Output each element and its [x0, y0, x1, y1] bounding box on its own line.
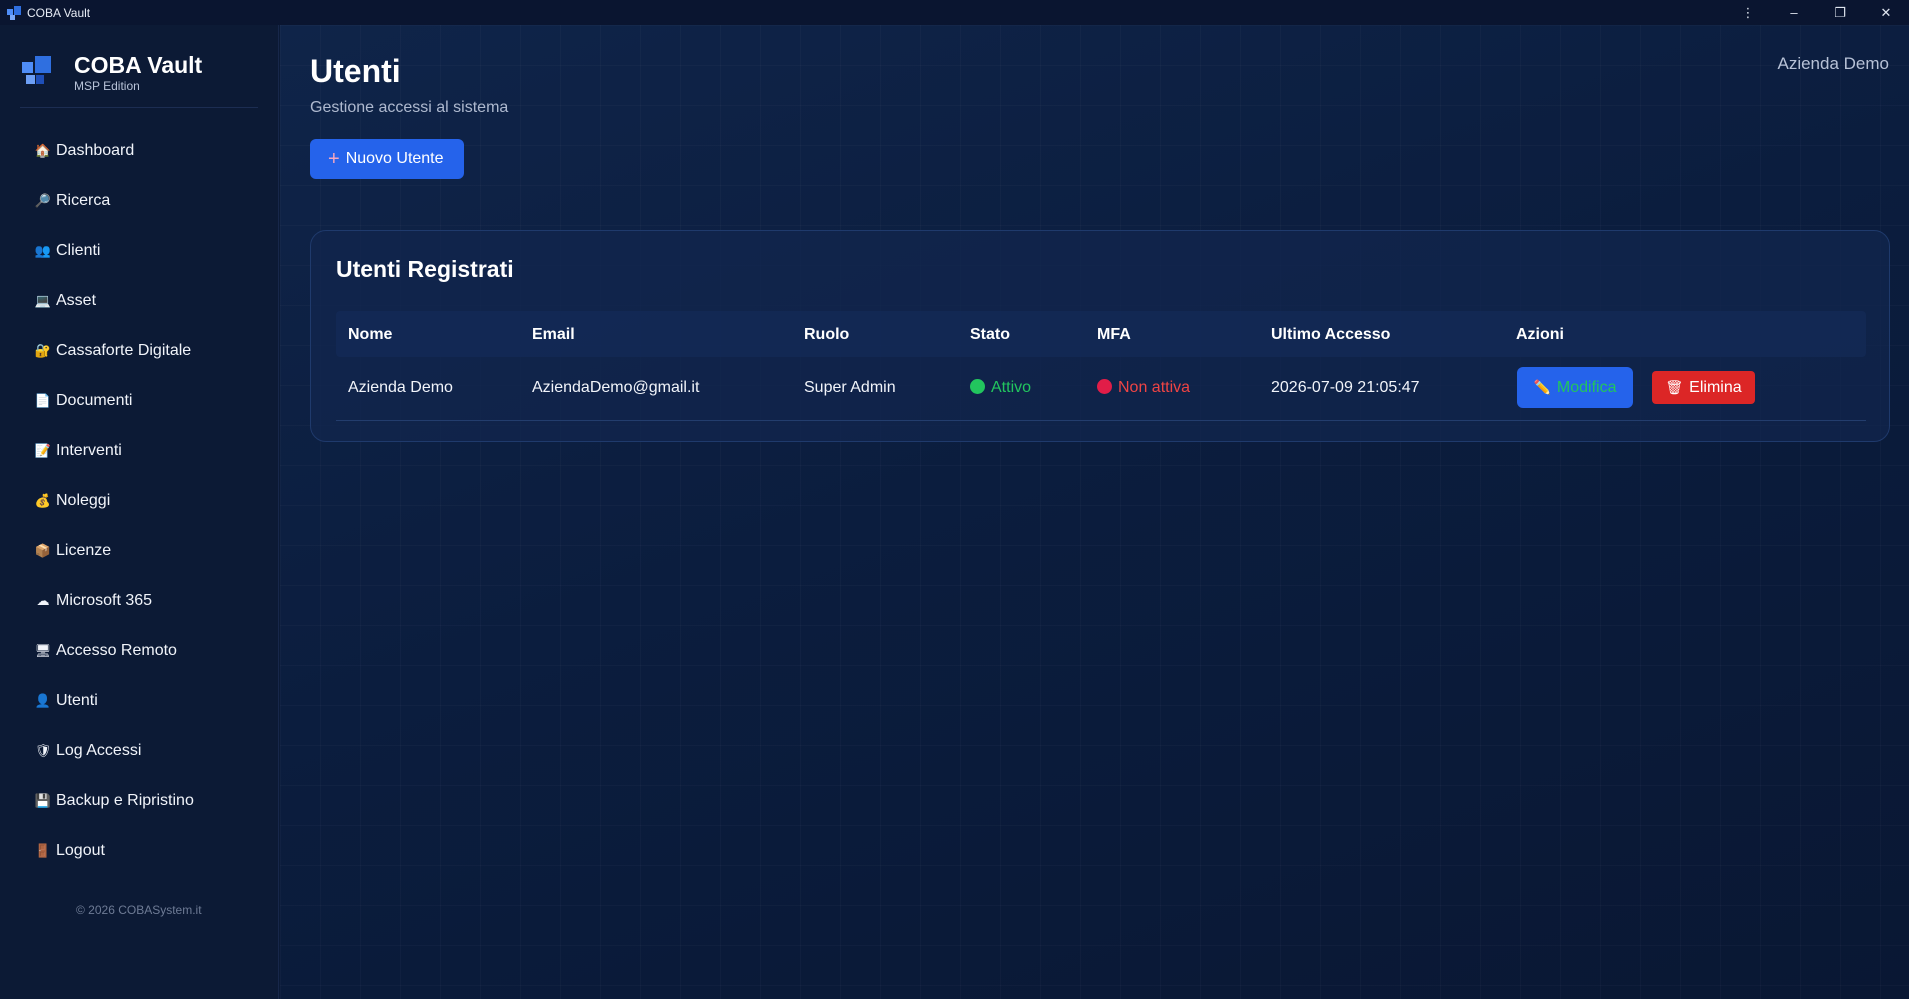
cell-last-access: 2026-07-09 21:05:47 — [1271, 379, 1420, 396]
lock-icon: 🔐 — [34, 343, 52, 358]
sidebar-item-label: Accesso Remoto — [56, 642, 177, 659]
sidebar-item-log-accessi[interactable]: 🛡 Log Accessi — [20, 732, 260, 770]
cell-name: Azienda Demo — [348, 379, 453, 396]
main-content: Utenti Gestione accessi al sistema Azien… — [280, 25, 1909, 999]
cloud-icon: ☁ — [36, 593, 50, 608]
sidebar-item-label: Asset — [56, 292, 97, 309]
column-header-ultimo-accesso: Ultimo Accesso — [1271, 326, 1391, 343]
door-icon: 🚪 — [34, 843, 52, 858]
window-title: COBA Vault — [27, 5, 91, 20]
table-row: Azienda Demo AziendaDemo@gmail.it Super … — [336, 357, 1866, 421]
sidebar-item-logout[interactable]: 🚪 Logout — [20, 832, 260, 870]
users-table: Nome Email Ruolo Stato MFA Ultimo Access… — [336, 311, 1866, 421]
new-user-button-label: Nuovo Utente — [345, 150, 444, 167]
sidebar-item-backup[interactable]: 💾 Backup e Ripristino — [20, 782, 260, 820]
mfa-dot-icon — [1097, 379, 1112, 394]
app-icon — [7, 5, 21, 20]
sidebar-item-label: Interventi — [56, 442, 122, 459]
sidebar-item-label: Ricerca — [56, 192, 111, 209]
magnifier-icon: 🔎 — [34, 193, 52, 208]
edit-user-button[interactable]: ✏️ Modifica — [1517, 367, 1633, 408]
sidebar: COBA Vault MSP Edition 🏠 Dashboard 🔎 Ric… — [0, 25, 279, 999]
sidebar-item-microsoft-365[interactable]: ☁ Microsoft 365 — [20, 582, 260, 620]
sidebar-item-label: Logout — [56, 842, 105, 859]
brand-name: COBA Vault — [74, 52, 203, 78]
user-icon: 👤 — [34, 693, 52, 708]
sidebar-item-documenti[interactable]: 📄 Documenti — [20, 382, 260, 420]
new-user-button[interactable]: + Nuovo Utente — [310, 139, 464, 179]
trash-icon: 🗑 — [1665, 379, 1684, 395]
sidebar-item-label: Backup e Ripristino — [56, 792, 194, 809]
delete-user-button[interactable]: 🗑 Elimina — [1652, 371, 1755, 404]
document-icon: 📄 — [34, 393, 52, 408]
column-header-azioni: Azioni — [1516, 326, 1564, 343]
sidebar-item-accesso-remoto[interactable]: 🖥 Accesso Remoto — [20, 632, 260, 670]
close-icon[interactable]: ✕ — [1863, 0, 1909, 25]
sidebar-item-noleggi[interactable]: 💰 Noleggi — [20, 482, 260, 520]
status-badge: Attivo — [970, 379, 1031, 397]
cell-role: Super Admin — [804, 379, 896, 396]
sidebar-item-utenti[interactable]: 👤 Utenti — [20, 682, 260, 720]
users-card: Utenti Registrati Nome Email Ruolo Stato… — [310, 230, 1890, 442]
remote-icon: 🖥 — [34, 643, 52, 658]
pencil-icon: ✏️ — [1533, 379, 1551, 395]
sidebar-item-licenze[interactable]: 📦 Licenze — [20, 532, 260, 570]
sidebar-footer: © 2026 COBASystem.it — [76, 903, 202, 917]
table-header: Nome Email Ruolo Stato MFA Ultimo Access… — [336, 311, 1866, 357]
cell-email: AziendaDemo@gmail.it — [532, 379, 700, 396]
sidebar-item-label: Documenti — [56, 392, 133, 409]
sidebar-item-clienti[interactable]: 👥 Clienti — [20, 232, 260, 270]
brand-edition: MSP Edition — [74, 79, 140, 93]
brand: COBA Vault MSP Edition — [22, 51, 202, 93]
sidebar-item-label: Dashboard — [56, 142, 135, 159]
sidebar-item-dashboard[interactable]: 🏠 Dashboard — [20, 132, 260, 170]
sidebar-item-cassaforte[interactable]: 🔐 Cassaforte Digitale — [20, 332, 260, 370]
house-icon: 🏠 — [34, 143, 52, 158]
status-dot-icon — [970, 379, 985, 394]
page-subtitle: Gestione accessi al sistema — [310, 99, 509, 116]
sidebar-item-label: Noleggi — [56, 492, 111, 509]
memo-icon: 📝 — [34, 443, 52, 458]
people-icon: 👥 — [34, 243, 52, 258]
column-header-email: Email — [532, 326, 575, 343]
current-user-label: Azienda Demo — [1777, 54, 1889, 73]
plus-icon: + — [328, 148, 340, 170]
logo-icon — [22, 56, 54, 90]
divider — [20, 107, 258, 108]
shield-icon: 🛡 — [34, 743, 52, 758]
sidebar-item-asset[interactable]: 💻 Asset — [20, 282, 260, 320]
sidebar-item-label: Microsoft 365 — [56, 592, 153, 609]
delete-button-label: Elimina — [1689, 378, 1742, 396]
window-controls: ⋮ – ❐ ✕ — [1725, 0, 1909, 25]
column-header-stato: Stato — [970, 326, 1010, 343]
window-titlebar: COBA Vault ⋮ – ❐ ✕ — [0, 0, 1909, 25]
sidebar-item-ricerca[interactable]: 🔎 Ricerca — [20, 182, 260, 220]
sidebar-item-label: Log Accessi — [56, 742, 142, 759]
mfa-badge: Non attiva — [1097, 379, 1190, 397]
laptop-icon: 💻 — [34, 293, 52, 308]
floppy-icon: 💾 — [34, 793, 52, 808]
edit-button-label: Modifica — [1556, 378, 1617, 396]
card-title: Utenti Registrati — [336, 256, 514, 282]
column-header-mfa: MFA — [1097, 326, 1131, 343]
sidebar-item-label: Utenti — [56, 692, 98, 709]
more-icon[interactable]: ⋮ — [1725, 0, 1771, 25]
minimize-icon[interactable]: – — [1771, 0, 1817, 25]
sidebar-item-label: Cassaforte Digitale — [56, 342, 192, 359]
mfa-text: Non attiva — [1118, 379, 1191, 396]
column-header-nome: Nome — [348, 326, 393, 343]
status-text: Attivo — [991, 379, 1032, 396]
sidebar-item-interventi[interactable]: 📝 Interventi — [20, 432, 260, 470]
page-title: Utenti — [310, 53, 401, 89]
sidebar-item-label: Licenze — [56, 542, 112, 559]
money-bag-icon: 💰 — [34, 493, 52, 508]
sidebar-item-label: Clienti — [56, 242, 101, 259]
restore-icon[interactable]: ❐ — [1817, 0, 1863, 25]
package-icon: 📦 — [34, 543, 52, 558]
column-header-ruolo: Ruolo — [804, 326, 850, 343]
